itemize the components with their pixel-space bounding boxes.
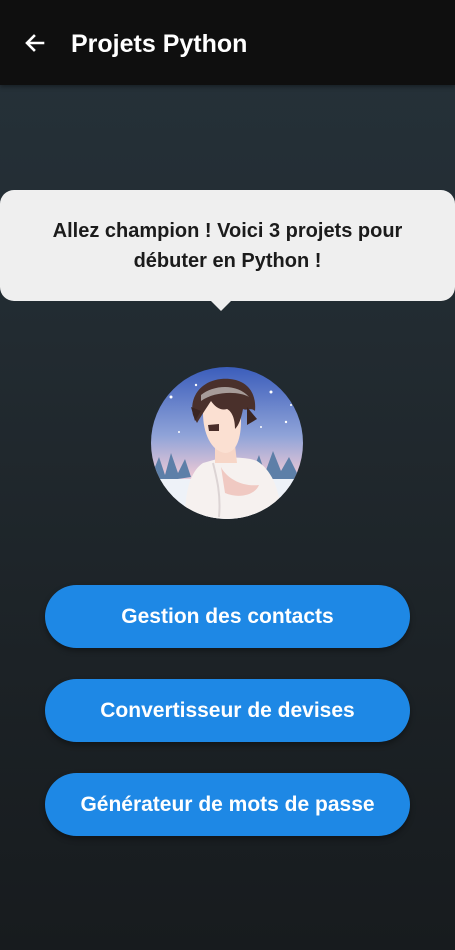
avatar [151, 367, 303, 519]
speech-bubble-text: Allez champion ! Voici 3 projets pour dé… [52, 219, 403, 272]
speech-bubble: Allez champion ! Voici 3 projets pour dé… [0, 190, 455, 301]
arrow-left-icon [23, 31, 47, 60]
project-button-currency[interactable]: Convertisseur de devises [45, 679, 410, 742]
project-button-contacts[interactable]: Gestion des contacts [45, 585, 410, 648]
project-button-password[interactable]: Générateur de mots de passe [45, 773, 410, 836]
speech-bubble-tail [210, 300, 232, 311]
project-buttons: Gestion des contacts Convertisseur de de… [45, 585, 410, 867]
app-bar: Projets Python [0, 0, 455, 85]
back-button[interactable] [18, 28, 52, 62]
anime-boy-avatar-icon [151, 367, 303, 519]
page-title: Projets Python [71, 30, 248, 58]
